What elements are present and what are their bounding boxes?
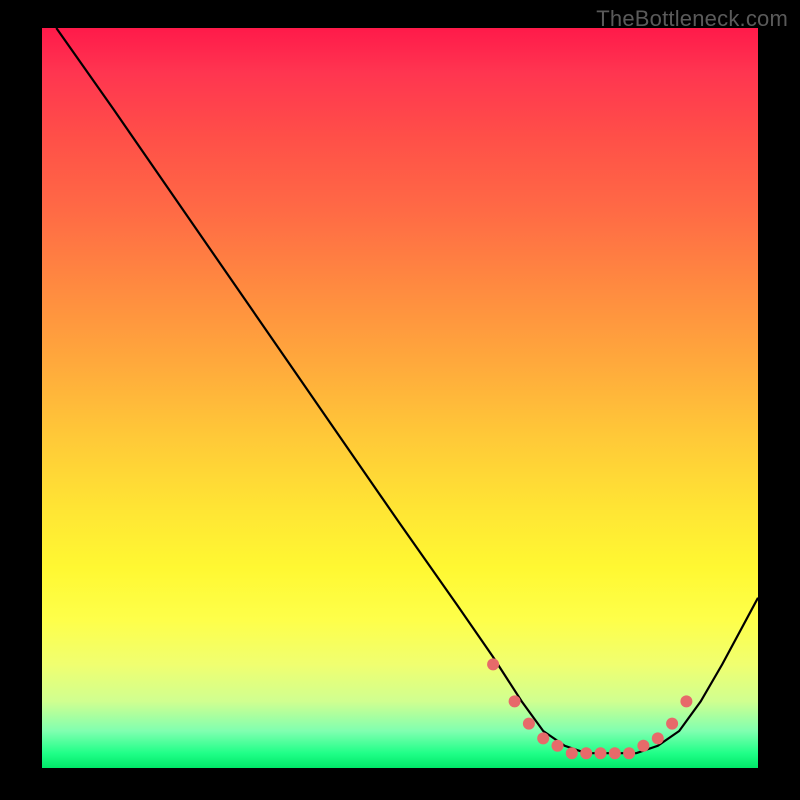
marker-dot <box>623 747 635 759</box>
marker-dot <box>509 695 521 707</box>
marker-dot <box>566 747 578 759</box>
marker-dot <box>487 658 499 670</box>
chart-svg <box>42 28 758 768</box>
marker-dot <box>666 718 678 730</box>
marker-dot <box>523 718 535 730</box>
curve-line <box>56 28 758 753</box>
marker-dot <box>609 747 621 759</box>
marker-dot <box>552 740 564 752</box>
watermark-text: TheBottleneck.com <box>596 6 788 32</box>
marker-dot <box>652 732 664 744</box>
marker-dot <box>680 695 692 707</box>
marker-dot <box>637 740 649 752</box>
marker-dot <box>580 747 592 759</box>
plot-area <box>42 28 758 768</box>
marker-dot <box>537 732 549 744</box>
marker-dot <box>595 747 607 759</box>
